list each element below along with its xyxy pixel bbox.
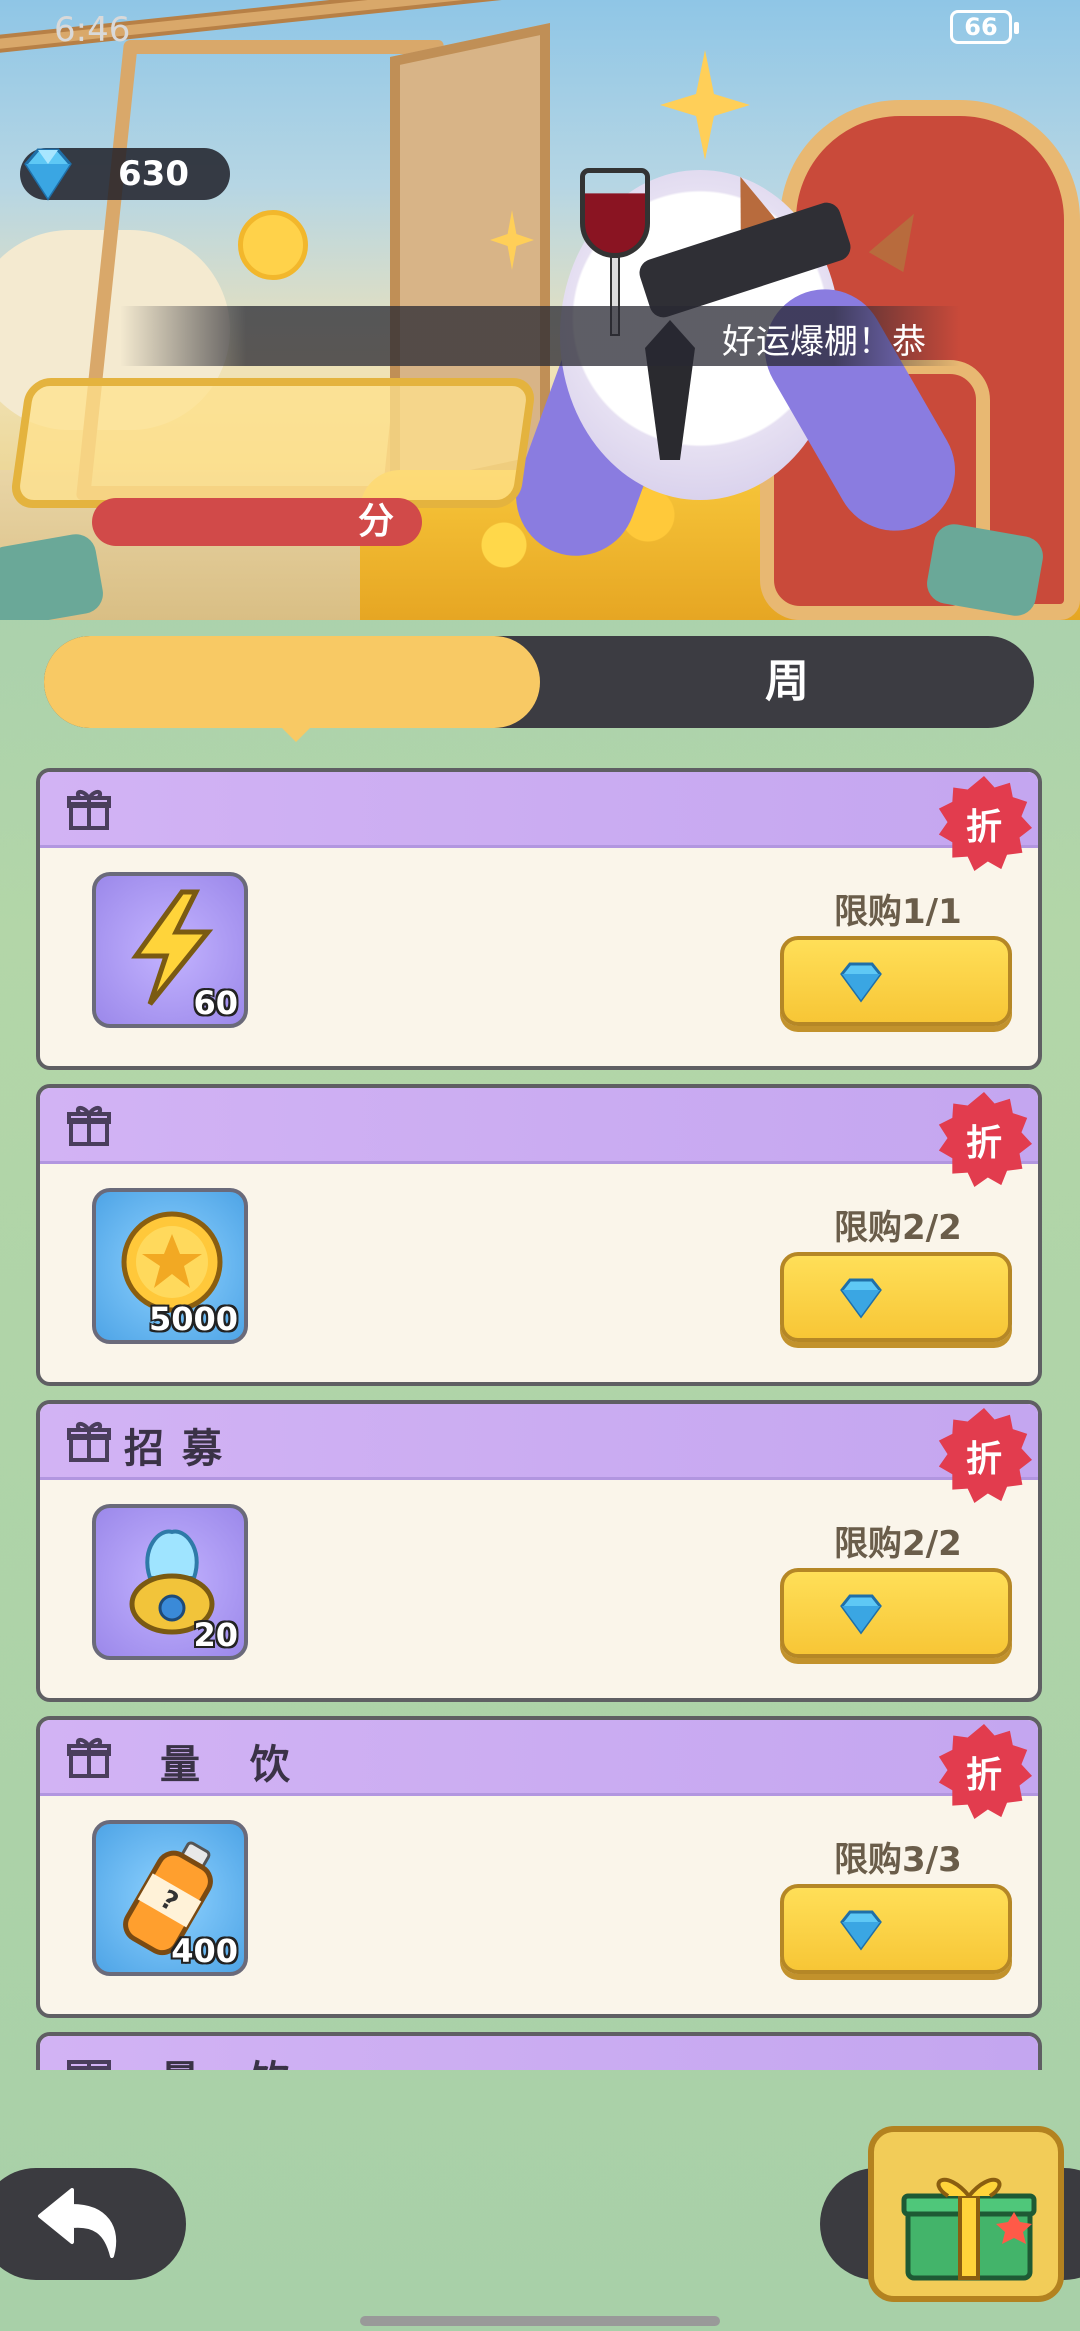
diamond-icon (24, 148, 72, 201)
item-quantity: 5000 (148, 1300, 238, 1338)
item-quantity: 400 (171, 1932, 238, 1970)
card-header: 招募 (40, 1404, 1038, 1480)
gift-icon (67, 790, 111, 830)
item-tile[interactable]: 5000 (92, 1188, 248, 1344)
shop-card: 量 饮 折 ? 400 限购3/3 (36, 1716, 1042, 2018)
card-header: 量 饮 (40, 1720, 1038, 1796)
back-button[interactable] (0, 2168, 186, 2280)
tab-daily[interactable] (44, 636, 540, 742)
purchase-limit: 限购2/2 (834, 1524, 962, 1564)
card-title: 量 饮 (160, 2048, 308, 2070)
gift-icon (67, 2060, 111, 2070)
shop-card: 折 60 限购1/1 (36, 768, 1042, 1070)
sparkle-icon (660, 50, 750, 160)
diamond-icon (840, 1278, 882, 1319)
battery-indicator: 66 (950, 10, 1019, 44)
battery-level: 66 (964, 13, 998, 41)
card-header: 量 饮 (40, 2036, 1038, 2070)
sun-decoration (238, 210, 308, 280)
marquee-text: 好运爆棚！恭 (722, 322, 926, 362)
gift-icon (67, 1738, 111, 1778)
buy-button[interactable] (780, 936, 1012, 1026)
tab-weekly-label: 周 (765, 656, 809, 707)
buy-button[interactable] (780, 1568, 1012, 1658)
gift-icon (67, 1106, 111, 1146)
currency-display[interactable]: 630 (20, 148, 230, 201)
card-title: 招募 (124, 1426, 240, 1472)
gift-box-icon (901, 2177, 1037, 2281)
status-time: 6:46 (54, 10, 131, 50)
gift-icon (67, 1422, 111, 1462)
purchase-limit: 限购1/1 (834, 892, 962, 932)
buy-button[interactable] (780, 1884, 1012, 1974)
item-tile[interactable]: 20 (92, 1504, 248, 1660)
buy-button[interactable] (780, 1252, 1012, 1342)
back-arrow-icon (38, 2188, 117, 2258)
item-tile[interactable]: ? 400 (92, 1820, 248, 1976)
shop-card: 量 饮 (36, 2032, 1042, 2070)
diamond-icon (840, 1594, 882, 1635)
diamond-icon (840, 962, 882, 1003)
item-quantity: 60 (193, 984, 238, 1022)
currency-amount: 630 (118, 154, 189, 194)
purchase-limit: 限购3/3 (834, 1840, 962, 1880)
shop-list[interactable]: 折 60 限购1/1 折 5000 限购2/2 招募 折 20 限购2/2 量 … (36, 768, 1042, 2070)
card-header (40, 772, 1038, 848)
tab-weekly[interactable]: 周 (540, 636, 1034, 728)
card-title: 量 饮 (160, 1742, 308, 1788)
item-tile[interactable]: 60 (92, 872, 248, 1028)
card-header (40, 1088, 1038, 1164)
home-indicator[interactable] (360, 2316, 720, 2326)
purchase-limit: 限购2/2 (834, 1208, 962, 1248)
shop-card: 招募 折 20 限购2/2 (36, 1400, 1042, 1702)
announcement-marquee: 好运爆棚！恭 (120, 306, 960, 366)
title-plaque (8, 378, 538, 508)
score-bar: 分 (92, 498, 422, 546)
gem-decoration (0, 531, 107, 620)
item-quantity: 20 (193, 1616, 238, 1654)
gift-pack-button[interactable] (868, 2126, 1064, 2302)
shop-card: 折 5000 限购2/2 (36, 1084, 1042, 1386)
wineglass-icon (580, 168, 650, 258)
diamond-icon (840, 1910, 882, 1951)
tab-bar: 周 (44, 636, 1034, 742)
